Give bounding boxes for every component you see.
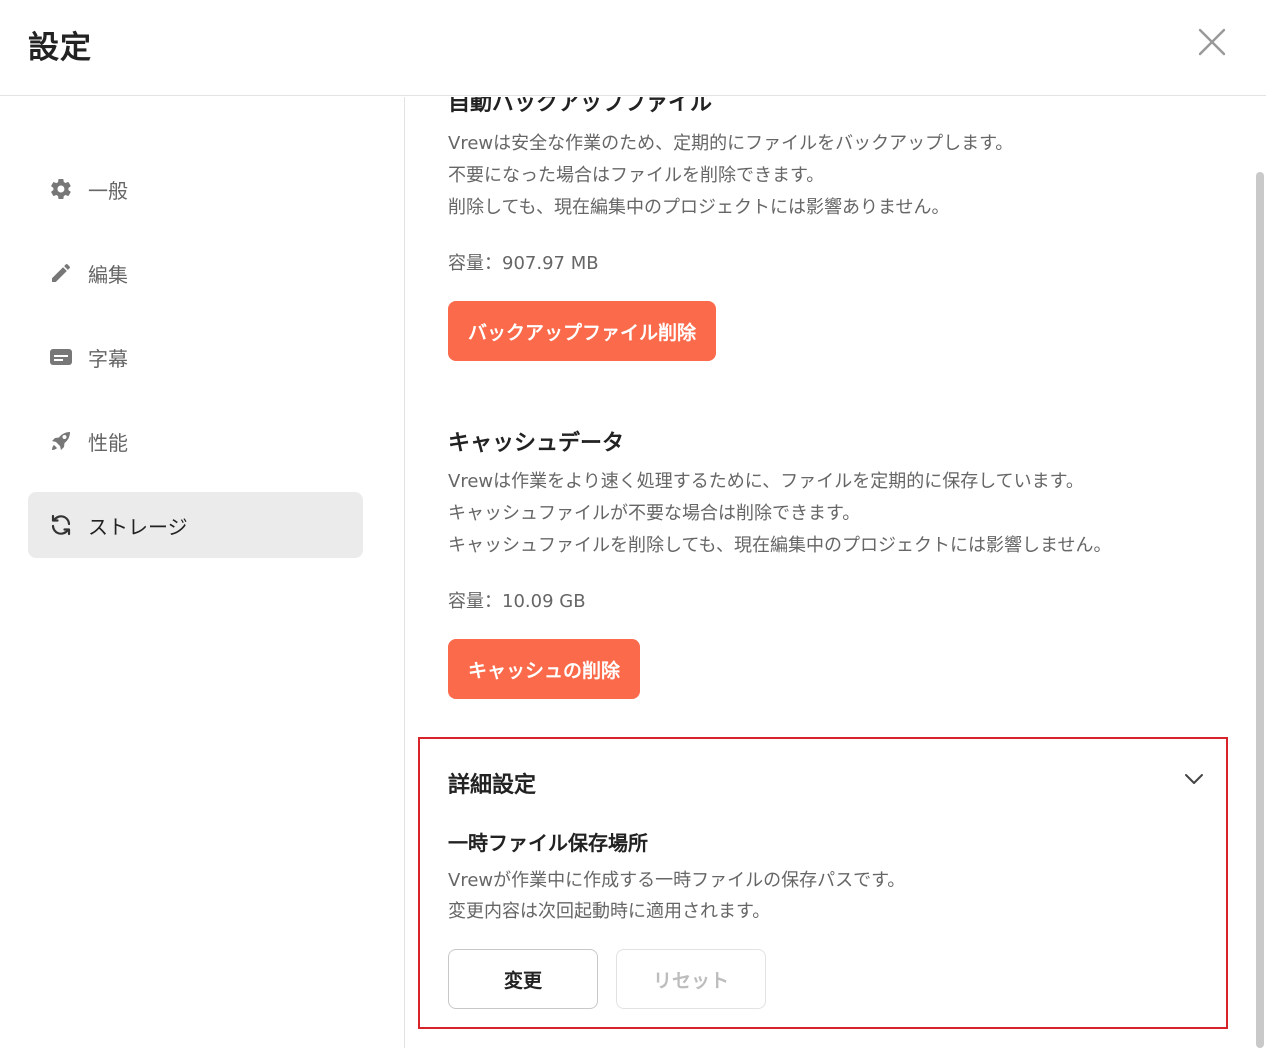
temp-location-title: 一時ファイル保存場所 [448, 831, 648, 855]
sidebar-item-label: 字幕 [88, 346, 128, 371]
scrollbar-thumb[interactable] [1256, 172, 1264, 1048]
sidebar-item-storage[interactable]: ストレージ [28, 492, 363, 558]
delete-backup-button[interactable]: バックアップファイル削除 [448, 301, 717, 361]
backup-capacity: 容量：907.97 MB [448, 253, 599, 274]
temp-location-description: Vrewが作業中に作成する一時ファイルの保存パスです。 変更内容は次回起動時に適… [448, 865, 905, 927]
pencil-icon [48, 260, 74, 286]
sidebar-item-general[interactable]: 一般 [28, 156, 363, 222]
sync-icon [48, 512, 74, 538]
chevron-down-icon[interactable] [1182, 767, 1206, 791]
sidebar-item-label: ストレージ [88, 514, 188, 539]
advanced-settings-section: 詳細設定 一時ファイル保存場所 Vrewが作業中に作成する一時ファイルの保存パス… [418, 737, 1228, 1029]
page-title: 設定 [28, 30, 92, 66]
sidebar-item-label: 一般 [88, 178, 128, 203]
reset-button: リセット [616, 949, 766, 1009]
settings-sidebar: 一般 編集 字幕 性能 ストレージ [0, 97, 405, 1048]
rocket-icon [48, 428, 74, 454]
cache-desc-line: Vrewは作業をより速く処理するために、ファイルを定期的に保存しています。 [448, 471, 1084, 492]
sidebar-item-edit[interactable]: 編集 [28, 240, 363, 306]
settings-header: 設定 [0, 0, 1266, 96]
backup-desc-line: 不要になった場合はファイルを削除できます。 [448, 165, 825, 186]
sidebar-item-performance[interactable]: 性能 [28, 408, 363, 474]
backup-desc-line: Vrewは安全な作業のため、定期的にファイルをバックアップします。 [448, 133, 1014, 154]
gear-icon [48, 176, 74, 202]
cache-capacity: 容量：10.09 GB [448, 591, 586, 612]
close-icon[interactable] [1192, 22, 1232, 62]
cache-desc-line: キャッシュファイルを削除しても、現在編集中のプロジェクトには影響しません。 [448, 535, 1112, 556]
cache-section-title: キャッシュデータ [448, 431, 625, 456]
backup-desc-line: 削除しても、現在編集中のプロジェクトには影響ありません。 [448, 197, 950, 218]
cache-description: Vrewは作業をより速く処理するために、ファイルを定期的に保存しています。 キャ… [448, 466, 1111, 562]
advanced-settings-title: 詳細設定 [448, 773, 537, 798]
storage-settings-panel: 自動バックアップファイル Vrewは安全な作業のため、定期的にファイルをバックア… [406, 97, 1251, 1048]
delete-cache-button[interactable]: キャッシュの削除 [448, 639, 641, 699]
change-button[interactable]: 変更 [448, 949, 598, 1009]
sidebar-item-subtitles[interactable]: 字幕 [28, 324, 363, 390]
cache-desc-line: キャッシュファイルが不要な場合は削除できます。 [448, 503, 861, 524]
backup-section-title: 自動バックアップファイル [448, 97, 713, 116]
sidebar-item-label: 編集 [88, 262, 128, 287]
sidebar-item-label: 性能 [88, 430, 128, 455]
temp-desc-line: Vrewが作業中に作成する一時ファイルの保存パスです。 [448, 870, 906, 891]
backup-description: Vrewは安全な作業のため、定期的にファイルをバックアップします。 不要になった… [448, 128, 1013, 224]
subtitles-icon [48, 344, 74, 370]
temp-desc-line: 変更内容は次回起動時に適用されます。 [448, 901, 771, 922]
